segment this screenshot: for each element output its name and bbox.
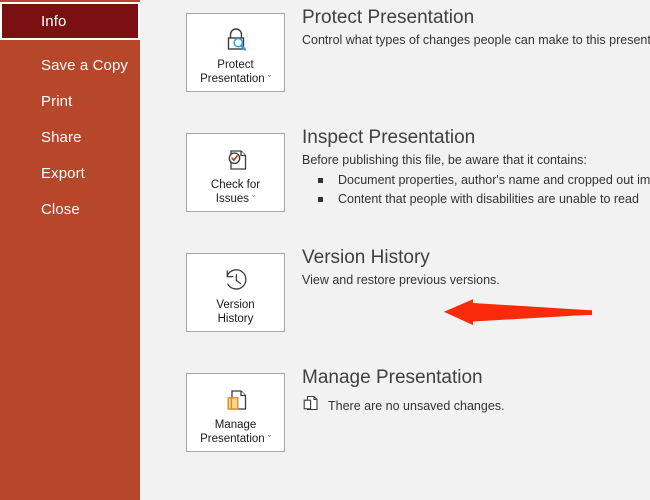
section-title: Manage Presentation [302, 365, 650, 391]
section-description: Control what types of changes people can… [302, 31, 650, 49]
protect-presentation-button[interactable]: Protect Presentation ˇ [186, 13, 285, 92]
section-description: Before publishing this file, be aware th… [302, 151, 650, 169]
sidebar-item-label: Info [41, 13, 66, 30]
chevron-down-icon: ˇ [268, 434, 271, 444]
manage-presentation-text: Manage Presentation There are no unsaved… [302, 365, 650, 417]
chevron-down-icon: ˇ [268, 74, 271, 84]
backstage-sidebar: Info Save a Copy Print Share Export Clos… [0, 0, 140, 500]
section-title: Version History [302, 245, 650, 271]
inspect-presentation-text: Inspect Presentation Before publishing t… [302, 125, 650, 209]
chevron-down-icon: ˇ [252, 194, 255, 204]
section-protect-presentation: Protect Presentation ˇ Protect Presentat… [140, 0, 650, 110]
section-description: View and restore previous versions. [302, 271, 650, 289]
version-history-button-label: Version History [216, 298, 254, 326]
sidebar-item-label: Share [41, 129, 82, 146]
manage-presentation-button-label: Manage Presentation ˇ [200, 418, 271, 446]
list-item: Document properties, author's name and c… [302, 171, 650, 190]
powerpoint-backstage-info-view: Info Save a Copy Print Share Export Clos… [0, 0, 650, 500]
document-copy-icon [220, 383, 252, 417]
protect-presentation-text: Protect Presentation Control what types … [302, 5, 650, 49]
protect-presentation-button-label: Protect Presentation ˇ [200, 58, 271, 86]
version-history-button[interactable]: Version History [186, 253, 285, 332]
unsaved-changes-note: There are no unsaved changes. [302, 394, 650, 417]
square-bullet-icon [318, 197, 323, 202]
square-bullet-icon [318, 178, 323, 183]
lock-magnifier-icon [220, 23, 252, 57]
sidebar-item-share[interactable]: Share [0, 119, 140, 155]
inspect-findings-list: Document properties, author's name and c… [302, 171, 650, 209]
section-title: Protect Presentation [302, 5, 650, 31]
document-stack-icon [302, 394, 319, 417]
manage-presentation-button[interactable]: Manage Presentation ˇ [186, 373, 285, 452]
sidebar-item-print[interactable]: Print [0, 83, 140, 119]
check-for-issues-button-label: Check for Issues ˇ [211, 178, 260, 206]
clock-rewind-icon [219, 263, 253, 297]
sidebar-item-info[interactable]: Info [0, 2, 140, 40]
sidebar-item-label: Close [41, 201, 80, 218]
sidebar-item-label: Export [41, 165, 85, 182]
section-version-history: Version History Version History View and… [140, 240, 650, 350]
info-panel: Protect Presentation ˇ Protect Presentat… [140, 0, 650, 500]
sidebar-item-label: Print [41, 93, 72, 110]
note-text: There are no unsaved changes. [328, 399, 505, 413]
sidebar-item-save-a-copy[interactable]: Save a Copy [0, 47, 140, 83]
check-for-issues-button[interactable]: Check for Issues ˇ [186, 133, 285, 212]
document-check-icon [220, 143, 252, 177]
section-manage-presentation: Manage Presentation ˇ Manage Presentatio… [140, 360, 650, 470]
version-history-text: Version History View and restore previou… [302, 245, 650, 289]
sidebar-item-export[interactable]: Export [0, 155, 140, 191]
sidebar-spacer [0, 40, 140, 47]
list-item: Content that people with disabilities ar… [302, 190, 650, 209]
sidebar-item-label: Save a Copy [41, 57, 128, 74]
sidebar-item-close[interactable]: Close [0, 191, 140, 227]
section-inspect-presentation: Check for Issues ˇ Inspect Presentation … [140, 120, 650, 230]
section-title: Inspect Presentation [302, 125, 650, 151]
